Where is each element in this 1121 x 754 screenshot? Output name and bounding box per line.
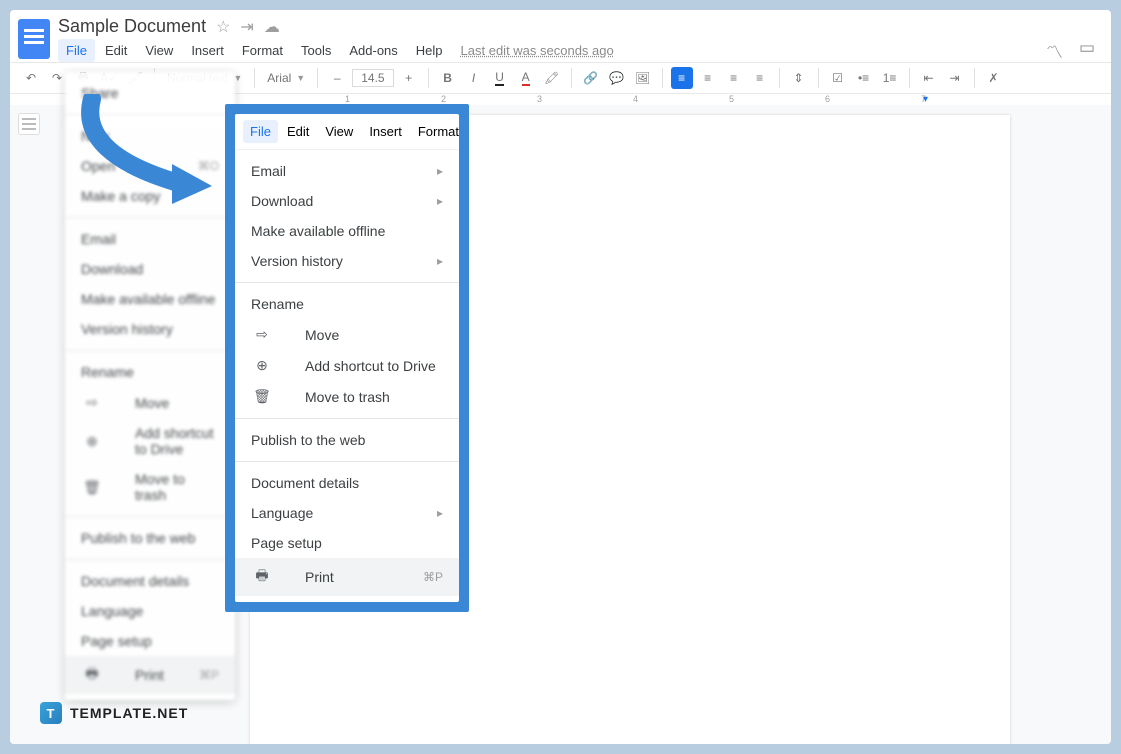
callout-download[interactable]: Download▸ [235,186,459,216]
menu-edit[interactable]: Edit [97,39,135,62]
callout-pagesetup[interactable]: Page setup [235,528,459,558]
clear-formatting-button[interactable]: ✗ [983,67,1005,89]
callout-menu-view[interactable]: View [318,120,360,143]
highlight-button[interactable]: 🖍 [541,67,563,89]
numbered-list-button[interactable]: 1≡ [879,67,901,89]
checklist-button[interactable]: ☑ [827,67,849,89]
ruler-tick-2: 2 [441,94,446,104]
align-justify-button[interactable]: ≡ [749,67,771,89]
template-t-icon: T [40,702,62,724]
callout-move[interactable]: ⇨Move [235,319,459,350]
callout-dropdown: Email▸ Download▸ Make available offline … [235,149,459,602]
insert-image-button[interactable]: 🖼 [632,67,654,89]
menu-file[interactable]: File [58,39,95,62]
callout-print[interactable]: 🖶Print⌘P [235,558,459,596]
last-edit-link[interactable]: Last edit was seconds ago [461,43,614,58]
callout-email[interactable]: Email▸ [235,156,459,186]
callout-menu-format[interactable]: Format [411,120,466,143]
menu-pagesetup[interactable]: Page setup [65,626,235,656]
menu-move[interactable]: ⇨Move [65,387,235,418]
menu-offline[interactable]: Make available offline [65,284,235,314]
insert-link-button[interactable]: 🔗 [580,67,602,89]
menu-shortcut[interactable]: ⊕Add shortcut to Drive [65,418,235,464]
document-outline-icon[interactable] [18,113,40,135]
menu-format[interactable]: Format [234,39,291,62]
text-color-button[interactable]: A [515,67,537,89]
menu-print[interactable]: 🖶Print⌘P [65,656,235,694]
menu-version[interactable]: Version history [65,314,235,344]
cloud-saved-icon[interactable]: ☁ [264,17,280,37]
watermark-text: TEMPLATE.NET [70,705,188,721]
menu-help[interactable]: Help [408,39,451,62]
docs-app-icon[interactable] [18,19,50,59]
menu-details[interactable]: Document details [65,566,235,596]
align-center-button[interactable]: ≡ [697,67,719,89]
fontsize-input[interactable]: 14.5 [352,69,393,87]
italic-button[interactable]: I [463,67,485,89]
ruler-tick-1: 1 [345,94,350,104]
annotation-arrow-icon [72,94,222,204]
decrease-indent-button[interactable]: ⇤ [918,67,940,89]
callout-menu-edit[interactable]: Edit [280,120,316,143]
menu-view[interactable]: View [137,39,181,62]
callout-publish[interactable]: Publish to the web [235,425,459,455]
bold-button[interactable]: B [437,67,459,89]
menu-download[interactable]: Download [65,254,235,284]
align-right-button[interactable]: ≡ [723,67,745,89]
bulleted-list-button[interactable]: •≡ [853,67,875,89]
star-icon[interactable]: ☆ [216,17,230,37]
fontsize-decrease[interactable]: – [326,67,348,89]
menu-addons[interactable]: Add-ons [341,39,405,62]
fontsize-increase[interactable]: + [398,67,420,89]
callout-version[interactable]: Version history▸ [235,246,459,276]
menu-insert[interactable]: Insert [183,39,232,62]
document-title[interactable]: Sample Document [58,16,206,37]
undo-button[interactable]: ↶ [20,67,42,89]
align-left-button[interactable]: ≡ [671,67,693,89]
menu-trash[interactable]: 🗑Move to trash [65,464,235,510]
underline-button[interactable]: U [489,67,511,89]
callout-menubar: File Edit View Insert Format [235,114,459,149]
menu-rename[interactable]: Rename [65,357,235,387]
callout-trash[interactable]: 🗑Move to trash [235,381,459,412]
menu-publish[interactable]: Publish to the web [65,523,235,553]
title-action-icons: ☆ ⇥ ☁ [216,17,280,37]
menu-tools[interactable]: Tools [293,39,339,62]
ruler-tick-6: 6 [825,94,830,104]
menu-email[interactable]: Email [65,224,235,254]
callout-menu-insert[interactable]: Insert [362,120,409,143]
ruler-tick-5: 5 [729,94,734,104]
line-spacing-button[interactable]: ⇕ [788,67,810,89]
ruler-tick-4: 4 [633,94,638,104]
callout-language[interactable]: Language▸ [235,498,459,528]
ruler-tick-3: 3 [537,94,542,104]
callout-panel: File Edit View Insert Format Email▸ Down… [225,104,469,612]
callout-rename[interactable]: Rename [235,289,459,319]
callout-menu-file[interactable]: File [243,120,278,143]
font-family-select[interactable]: Arial▼ [263,69,309,87]
trend-icon[interactable]: 〽 [1046,38,1063,63]
menu-language[interactable]: Language [65,596,235,626]
main-menubar: File Edit View Insert Format Tools Add-o… [58,39,614,62]
right-margin-indicator[interactable]: ▾ [923,94,928,105]
callout-shortcut[interactable]: ⊕Add shortcut to Drive [235,350,459,381]
template-net-watermark: T TEMPLATE.NET [40,702,188,724]
insert-comment-button[interactable]: 💬 [606,67,628,89]
callout-details[interactable]: Document details [235,468,459,498]
callout-offline[interactable]: Make available offline [235,216,459,246]
increase-indent-button[interactable]: ⇥ [944,67,966,89]
chat-icon[interactable]: ▭ [1079,38,1095,63]
font-family-label: Arial [267,71,291,85]
move-folder-icon[interactable]: ⇥ [240,17,253,37]
